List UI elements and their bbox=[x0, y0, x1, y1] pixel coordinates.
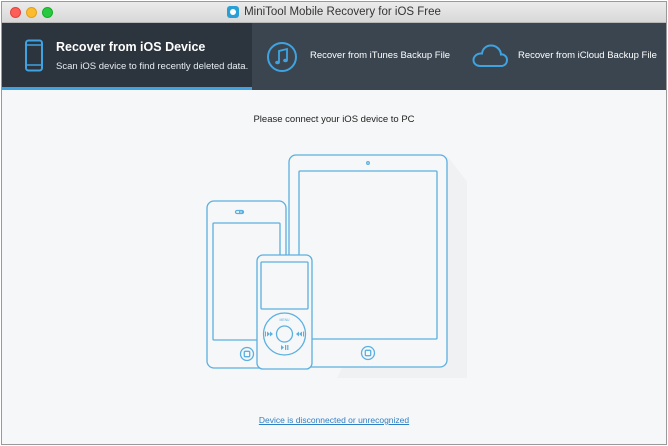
app-logo-icon bbox=[227, 6, 240, 18]
nav-item-title: Recover from iOS Device bbox=[56, 40, 206, 54]
window-title-group: MiniTool Mobile Recovery for iOS Free bbox=[2, 2, 666, 22]
device-status-link[interactable]: Device is disconnected or unrecognized bbox=[2, 415, 666, 425]
nav-item-title: Recover from iTunes Backup File bbox=[310, 50, 451, 61]
phone-icon bbox=[25, 39, 43, 72]
nav-recover-ios-device[interactable]: Recover from iOS Device Scan iOS device … bbox=[2, 23, 252, 90]
nav-item-subtitle: Scan iOS device to find recently deleted… bbox=[56, 61, 249, 72]
nav-item-title: Recover from iCloud Backup File bbox=[518, 50, 657, 61]
main-content: Please connect your iOS device to PC MEN… bbox=[2, 90, 666, 444]
ipod-outline-icon bbox=[256, 254, 313, 370]
recovery-mode-nav: Recover from iOS Device Scan iOS device … bbox=[2, 23, 666, 90]
cloud-icon bbox=[472, 44, 509, 67]
connect-prompt: Please connect your iOS device to PC bbox=[253, 114, 415, 125]
window-title: MiniTool Mobile Recovery for iOS Free bbox=[244, 6, 441, 18]
app-window: MiniTool Mobile Recovery for iOS Free Re… bbox=[1, 1, 667, 445]
music-note-icon bbox=[267, 42, 297, 72]
nav-recover-icloud-backup[interactable]: Recover from iCloud Backup File bbox=[457, 23, 666, 90]
title-bar: MiniTool Mobile Recovery for iOS Free bbox=[2, 2, 666, 23]
ipod-menu-label: MENU bbox=[280, 318, 291, 322]
devices-illustration: MENU bbox=[206, 154, 467, 378]
ipad-outline-icon bbox=[288, 154, 448, 368]
nav-recover-itunes-backup[interactable]: Recover from iTunes Backup File bbox=[252, 23, 457, 90]
